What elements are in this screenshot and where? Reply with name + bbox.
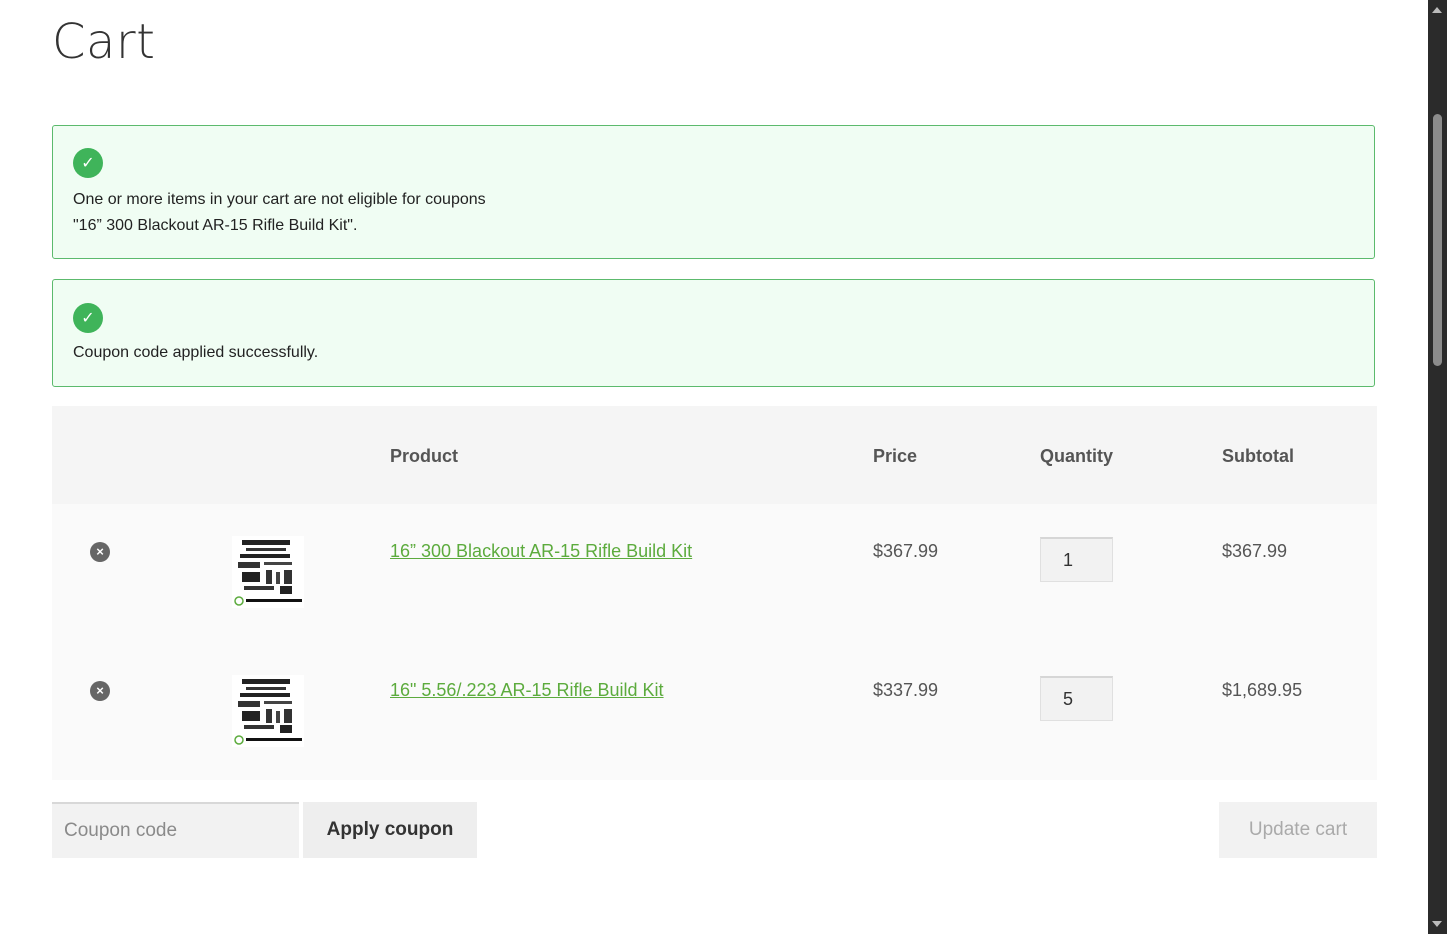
scroll-up-icon[interactable] [1432,7,1442,13]
header-product: Product [390,446,459,466]
product-price: $337.99 [873,680,939,700]
notice-line: Coupon code applied successfully. [73,344,319,361]
check-icon: ✓ [73,148,103,178]
quantity-input[interactable] [1040,676,1113,721]
cart-table: Product Price Quantity Subtotal × 16” 30… [52,406,1377,780]
header-price: Price [873,446,918,466]
notice-coupon-ineligible: ✓ One or more items in your cart are not… [52,125,1375,259]
quantity-input[interactable] [1040,537,1113,582]
product-link[interactable]: 16" 5.56/.223 AR-15 Rifle Build Kit [390,680,664,701]
coupon-code-input[interactable] [52,802,299,858]
remove-icon[interactable]: × [90,681,110,701]
notice-coupon-applied: ✓ Coupon code applied successfully. [52,279,1375,387]
scroll-thumb[interactable] [1433,114,1442,366]
table-row: × 16" 5.56/.223 AR-15 Rifle Build Kit $3… [52,643,1377,782]
rifle-kit-image [234,679,302,745]
page-title: Cart [52,14,156,70]
table-header: Product Price Quantity Subtotal [52,406,1377,504]
remove-icon[interactable]: × [90,542,110,562]
product-thumbnail[interactable] [232,536,304,608]
notice-line: "16” 300 Blackout AR-15 Rifle Build Kit"… [73,217,358,234]
product-link[interactable]: 16” 300 Blackout AR-15 Rifle Build Kit [390,541,692,562]
product-subtotal: $367.99 [1222,541,1288,561]
table-row: × 16” 300 Blackout AR-15 Rifle Build Kit… [52,504,1377,643]
product-thumbnail[interactable] [232,675,304,747]
notice-message: Coupon code applied successfully. [73,340,318,366]
product-price: $367.99 [873,541,939,561]
scroll-down-icon[interactable] [1432,921,1442,927]
apply-coupon-button[interactable]: Apply coupon [303,802,477,858]
header-quantity: Quantity [1040,446,1114,466]
header-subtotal: Subtotal [1222,446,1294,466]
product-subtotal: $1,689.95 [1222,680,1303,700]
update-cart-button[interactable]: Update cart [1219,802,1377,858]
notice-message: One or more items in your cart are not e… [73,187,486,239]
rifle-kit-image [234,540,302,606]
notice-line: One or more items in your cart are not e… [73,191,486,208]
check-icon: ✓ [73,303,103,333]
vertical-scrollbar[interactable] [1428,0,1447,934]
